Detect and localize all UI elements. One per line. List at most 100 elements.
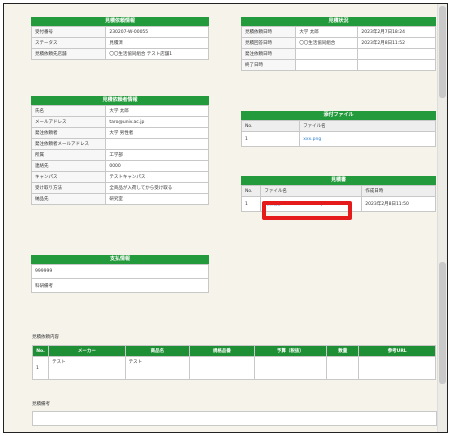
row-value bbox=[295, 48, 359, 60]
row-label: 発注依頼日時 bbox=[240, 48, 297, 60]
estimate-notes-title: 見積備考 bbox=[32, 402, 50, 407]
row-value: テストキャンパス bbox=[105, 171, 209, 183]
row-label: 納品先 bbox=[30, 193, 107, 205]
table-row: 終了日時 bbox=[240, 59, 436, 71]
scrollbar-thumb-top[interactable] bbox=[439, 6, 446, 98]
table-row: メールアドレス taro@univ.ac.jp bbox=[30, 116, 209, 128]
requester-info-table: 氏名 大学 太郎 メールアドレス taro@univ.ac.jp 発注依頼者 大学 男… bbox=[30, 105, 209, 205]
table-row: ステータス 見積済 bbox=[30, 37, 209, 49]
cell-no: 1 bbox=[31, 356, 50, 380]
row-label: 見積依頼先店舗 bbox=[30, 48, 107, 60]
col-header-no: No. bbox=[240, 120, 301, 132]
estimate-notes-value bbox=[33, 424, 36, 429]
table-row: 見積依頼先店舗 〇〇生活協同組合 テスト店舗1 bbox=[30, 48, 209, 60]
row-value: 工学部 bbox=[105, 149, 209, 161]
row-label: 所属 bbox=[30, 149, 107, 161]
payment-info-table: 999999 科研備考 bbox=[31, 264, 209, 293]
col-header: メーカー bbox=[48, 345, 126, 357]
table-header-row: No. ファイル名 作成日時 bbox=[240, 185, 436, 197]
estimate-request-info-header: 見積依頼情報 bbox=[31, 17, 209, 26]
estimate-details-title: 見積依頼内容 bbox=[32, 335, 59, 340]
row-label: ステータス bbox=[30, 37, 107, 49]
page-frame: 見積依頼情報 受付番号 230207-W-00055 ステータス 見積済 見積依… bbox=[3, 3, 448, 433]
table-row: 発注依頼者メールアドレス bbox=[30, 138, 209, 150]
row-value: 全商品が入荷してから受け取る bbox=[105, 182, 209, 194]
table-row: 所属 工学部 bbox=[30, 149, 209, 161]
payment-value: 999999 bbox=[31, 264, 209, 279]
row-value bbox=[295, 59, 359, 71]
col-header-date: 作成日時 bbox=[361, 185, 436, 197]
col-header: 参考URL bbox=[358, 345, 436, 357]
row-label: 受け取り方法 bbox=[30, 182, 107, 194]
table-row: 納品先 研究室 bbox=[30, 193, 209, 205]
cell-date: 2023年2月8日11:50 bbox=[361, 196, 436, 212]
payment-value: 科研備考 bbox=[31, 278, 209, 293]
table-header-row: No. ファイル名 bbox=[240, 120, 436, 132]
col-header-no: No. bbox=[240, 185, 262, 197]
row-value: 大学 太郎 bbox=[295, 26, 359, 38]
payment-info-panel: 支払情報 999999 科研備考 bbox=[31, 255, 209, 293]
table-row: 受け取り方法 全商品が入荷してから受け取る bbox=[30, 182, 209, 194]
row-value: 0000 bbox=[105, 160, 209, 172]
table-row: 1 テスト テスト bbox=[31, 356, 436, 380]
row-value: 2023年2月8日11:52 bbox=[357, 37, 436, 49]
table-row: 見積回答日時 〇〇生活協同組合 2023年2月8日11:52 bbox=[240, 37, 436, 49]
row-label: 発注依頼者 bbox=[30, 127, 107, 139]
cell-no: 1 bbox=[240, 196, 262, 212]
col-header: 規格品番 bbox=[189, 345, 255, 357]
attachments-table: No. ファイル名 1 xxx.png bbox=[240, 120, 436, 147]
table-row: 999999 bbox=[31, 264, 209, 279]
requester-info-header: 見積依頼者情報 bbox=[31, 96, 209, 105]
col-header-file: ファイル名 bbox=[260, 185, 363, 197]
row-value: 2023年2月7日18:24 bbox=[357, 26, 436, 38]
row-label: 終了日時 bbox=[240, 59, 297, 71]
estimate-request-info-panel: 見積依頼情報 受付番号 230207-W-00055 ステータス 見積済 見積依… bbox=[30, 17, 209, 60]
row-value: 大学 太郎 bbox=[105, 105, 209, 117]
cell-maker: テスト bbox=[48, 356, 126, 380]
row-value: 大学 男性者 bbox=[105, 127, 209, 139]
table-row: 受付番号 230207-W-00055 bbox=[30, 26, 209, 38]
row-label: キャンパス bbox=[30, 171, 107, 183]
estimate-status-panel: 見積状況 見積依頼日時 大学 太郎 2023年2月7日18:24 見積回答日時 … bbox=[240, 17, 436, 71]
table-header-row: No. メーカー 商品名 規格品番 予算（税抜） 数量 参考URL bbox=[31, 345, 436, 357]
table-row: 1 xxx.png bbox=[240, 131, 436, 147]
row-value: 見積済 bbox=[105, 37, 209, 49]
row-label: 見積回答日時 bbox=[240, 37, 297, 49]
estimate-status-table: 見積依頼日時 大学 太郎 2023年2月7日18:24 見積回答日時 〇〇生活協… bbox=[240, 26, 436, 71]
row-value: taro@univ.ac.jp bbox=[105, 116, 209, 128]
attachments-panel: 添付ファイル No. ファイル名 1 xxx.png bbox=[240, 111, 436, 147]
highlight-box bbox=[262, 201, 352, 220]
scrollbar[interactable] bbox=[437, 4, 447, 432]
table-row: 科研備考 bbox=[31, 278, 209, 293]
col-header-file: ファイル名 bbox=[299, 120, 436, 132]
cell-spec bbox=[189, 356, 255, 380]
cell-no: 1 bbox=[240, 131, 301, 147]
row-value bbox=[357, 48, 436, 60]
row-value: 230207-W-00055 bbox=[105, 26, 209, 38]
col-header: No. bbox=[31, 345, 50, 357]
table-row: キャンパス テストキャンパス bbox=[30, 171, 209, 183]
scrollbar-thumb-bottom[interactable] bbox=[439, 262, 446, 384]
row-label: メールアドレス bbox=[30, 116, 107, 128]
row-label: 受付番号 bbox=[30, 26, 107, 38]
col-header: 予算（税抜） bbox=[253, 345, 328, 357]
table-row: 氏名 大学 太郎 bbox=[30, 105, 209, 117]
row-label: 見積依頼日時 bbox=[240, 26, 297, 38]
estimate-details-panel: No. メーカー 商品名 規格品番 予算（税抜） 数量 参考URL 1 テスト … bbox=[31, 345, 436, 380]
row-value: 研究室 bbox=[105, 193, 209, 205]
estimate-status-header: 見積状況 bbox=[241, 17, 436, 26]
table-row: 連絡先 0000 bbox=[30, 160, 209, 172]
attachment-file-link[interactable]: xxx.png bbox=[299, 131, 436, 147]
cell-budget bbox=[253, 356, 328, 380]
table-row: 見積依頼日時 大学 太郎 2023年2月7日18:24 bbox=[240, 26, 436, 38]
attachments-header: 添付ファイル bbox=[241, 111, 436, 120]
row-value: 〇〇生活協同組合 テスト店舗1 bbox=[105, 48, 209, 60]
cell-product: テスト bbox=[124, 356, 191, 380]
payment-info-header: 支払情報 bbox=[31, 255, 209, 264]
table-row: 発注依頼日時 bbox=[240, 48, 436, 60]
row-label: 氏名 bbox=[30, 105, 107, 117]
estimate-notes-box bbox=[32, 411, 437, 426]
row-value bbox=[105, 138, 209, 150]
estimate-doc-header: 見積書 bbox=[241, 176, 436, 185]
table-row: 発注依頼者 大学 男性者 bbox=[30, 127, 209, 139]
